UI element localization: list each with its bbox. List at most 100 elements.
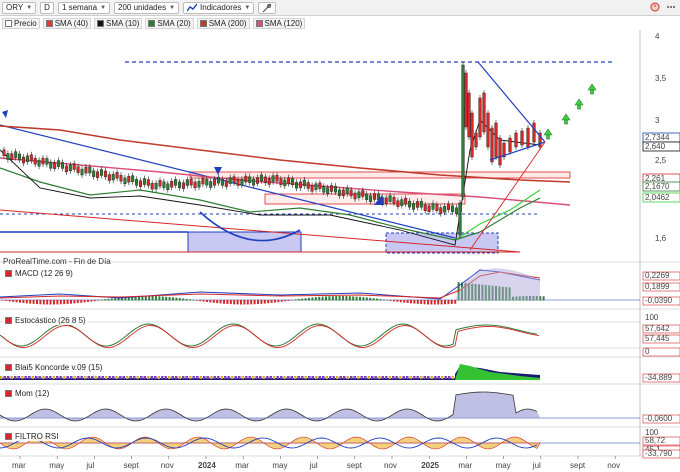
- blai5-bar: [140, 376, 143, 379]
- blai5-bar: [42, 376, 45, 379]
- candle-body: [256, 177, 260, 184]
- macd-histogram-bar: [284, 300, 287, 302]
- macd-histogram-bar: [250, 300, 253, 305]
- candle-body: [197, 180, 201, 188]
- time-axis-label: may: [272, 461, 287, 470]
- blai5-bar: [318, 376, 321, 379]
- price-chart[interactable]: 43,532,51,62,73442,6402,2612,16702,04620…: [0, 0, 680, 472]
- blai5-bar: [297, 376, 300, 379]
- macd-histogram-bar: [63, 300, 66, 305]
- candle-body: [404, 197, 408, 205]
- blai5-bar: [203, 376, 206, 379]
- macd-histogram-bar: [440, 300, 443, 305]
- blai5-bar: [168, 376, 171, 379]
- candle-body: [6, 153, 10, 160]
- stoch-panel-label: Estocástico (26 8 5): [3, 316, 88, 325]
- macd-histogram-bar: [151, 296, 154, 301]
- macd-histogram-bar: [158, 296, 161, 301]
- candle-body: [322, 186, 326, 193]
- macd-histogram-bar: [420, 300, 423, 305]
- candle-body: [279, 178, 283, 186]
- blai5-bar: [399, 376, 402, 379]
- blai5-bar: [416, 376, 419, 379]
- blai5-bar: [73, 376, 76, 379]
- macd-histogram-bar: [42, 300, 45, 305]
- stoch-tick-label: 100: [645, 313, 659, 322]
- candle-body: [193, 181, 197, 189]
- blai5-bar: [448, 376, 451, 379]
- candle-body: [111, 173, 115, 181]
- candle-body: [435, 204, 439, 211]
- price-tag-label: 2,0462: [645, 193, 670, 202]
- macd-histogram-bar: [263, 300, 266, 304]
- price-tick-label: 3,5: [655, 74, 667, 83]
- candle-body: [271, 175, 275, 182]
- macd-histogram-bar: [318, 296, 321, 301]
- blai5-bar: [105, 376, 108, 379]
- macd-histogram-bar: [348, 296, 351, 301]
- candle-body: [458, 202, 462, 236]
- candle-body: [514, 132, 518, 148]
- candle-body: [287, 177, 291, 184]
- candle-body: [310, 185, 314, 192]
- blai5-bar: [185, 376, 188, 379]
- candle-body: [388, 195, 392, 202]
- candle-body: [181, 182, 185, 189]
- blai5-bar: [234, 376, 237, 379]
- macd-histogram-bar: [155, 296, 157, 301]
- blai5-bar: [255, 376, 258, 379]
- macd-histogram-bar: [161, 296, 164, 301]
- macd-histogram-bar: [182, 298, 185, 301]
- macd-histogram-bar: [73, 300, 76, 304]
- candle-body: [45, 158, 49, 165]
- blai5-bar: [143, 376, 146, 379]
- blai5-bar: [119, 376, 122, 379]
- blai5-bar: [45, 376, 48, 379]
- blai5-bar: [10, 376, 13, 379]
- mom-tick-label: -0,0600: [645, 414, 673, 423]
- candle-body: [29, 154, 33, 161]
- macd-histogram-bar: [87, 300, 89, 302]
- macd-histogram-bar: [372, 298, 375, 301]
- candle-body: [72, 163, 76, 170]
- candle-body: [508, 137, 512, 153]
- time-axis-label: nov: [384, 461, 397, 470]
- blai5-bar: [245, 376, 248, 379]
- blai5-bar: [259, 376, 262, 379]
- macd-histogram-bar: [233, 300, 236, 305]
- blai5-bar: [420, 376, 423, 379]
- blai5-bar: [427, 376, 430, 379]
- candle-body: [337, 189, 341, 197]
- candle-body: [189, 178, 193, 186]
- macd-histogram-bar: [229, 300, 232, 305]
- filtro-tick-label: 58,72: [645, 436, 666, 445]
- blai5-bar: [280, 376, 283, 379]
- candle-body: [330, 185, 334, 192]
- candle-body: [64, 165, 68, 173]
- price-tick-label: 3: [655, 116, 660, 125]
- candle-body: [220, 179, 224, 186]
- time-axis-label: nov: [607, 461, 620, 470]
- candle-body: [22, 156, 26, 164]
- candle-body: [80, 168, 84, 176]
- macd-histogram-bar: [49, 300, 52, 305]
- blai5-bar: [283, 376, 286, 379]
- macd-histogram-bar: [355, 296, 358, 301]
- candle-body: [131, 175, 135, 182]
- time-axis-label: jul: [309, 461, 318, 470]
- macd-histogram-bar: [396, 300, 399, 302]
- candle-body: [467, 92, 471, 138]
- blai5-bar: [108, 376, 111, 379]
- candle-body: [474, 132, 478, 148]
- stoch-k-line: [0, 323, 538, 347]
- macd-histogram-bar: [226, 300, 229, 304]
- time-axis-label: sept: [347, 461, 363, 470]
- blai5-bar: [371, 376, 374, 379]
- candle-body: [419, 201, 423, 208]
- candle-body: [345, 187, 349, 194]
- blai5-bar: [437, 376, 440, 379]
- macd-histogram-bar: [450, 300, 453, 304]
- macd-area: [455, 268, 540, 300]
- macd-histogram-bar: [107, 298, 110, 301]
- macd-histogram-bar: [189, 299, 191, 301]
